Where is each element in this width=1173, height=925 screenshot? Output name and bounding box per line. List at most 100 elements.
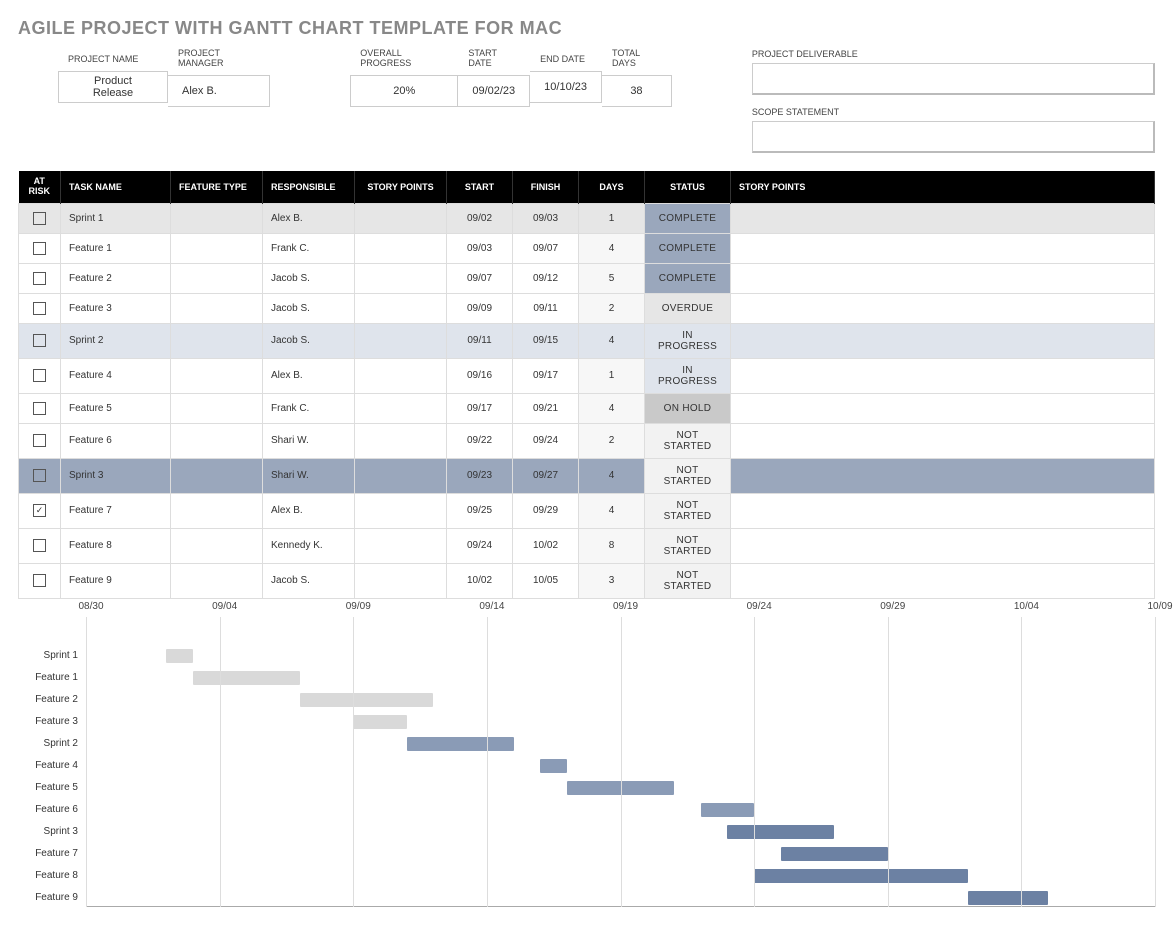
scope-statement-input[interactable] [752, 121, 1155, 153]
status-cell[interactable]: NOT STARTED [645, 528, 731, 563]
story-points2-cell[interactable] [731, 423, 1155, 458]
feature-type-cell[interactable] [171, 423, 263, 458]
feature-type-cell[interactable] [171, 233, 263, 263]
status-cell[interactable]: NOT STARTED [645, 458, 731, 493]
finish-cell[interactable]: 09/12 [513, 263, 579, 293]
task-name-cell[interactable]: Sprint 3 [61, 458, 171, 493]
story-points-cell[interactable] [355, 263, 447, 293]
story-points-cell[interactable] [355, 528, 447, 563]
at-risk-checkbox[interactable]: ✓ [33, 504, 46, 517]
start-cell[interactable]: 09/16 [447, 358, 513, 393]
status-cell[interactable]: COMPLETE [645, 203, 731, 233]
finish-cell[interactable]: 09/07 [513, 233, 579, 263]
at-risk-checkbox[interactable] [33, 302, 46, 315]
finish-cell[interactable]: 09/29 [513, 493, 579, 528]
gantt-bar[interactable] [754, 869, 968, 883]
responsible-cell[interactable]: Shari W. [263, 458, 355, 493]
at-risk-checkbox[interactable] [33, 469, 46, 482]
story-points2-cell[interactable] [731, 493, 1155, 528]
story-points2-cell[interactable] [731, 358, 1155, 393]
story-points-cell[interactable] [355, 493, 447, 528]
project-name-value[interactable]: Product Release [58, 71, 168, 103]
task-name-cell[interactable]: Sprint 2 [61, 323, 171, 358]
responsible-cell[interactable]: Jacob S. [263, 323, 355, 358]
task-name-cell[interactable]: Feature 4 [61, 358, 171, 393]
gantt-bar[interactable] [407, 737, 514, 751]
responsible-cell[interactable]: Jacob S. [263, 293, 355, 323]
start-cell[interactable]: 09/22 [447, 423, 513, 458]
start-cell[interactable]: 09/02 [447, 203, 513, 233]
task-name-cell[interactable]: Feature 6 [61, 423, 171, 458]
end-date-value[interactable]: 10/10/23 [530, 71, 602, 103]
status-cell[interactable]: NOT STARTED [645, 423, 731, 458]
at-risk-checkbox[interactable] [33, 539, 46, 552]
task-name-cell[interactable]: Feature 8 [61, 528, 171, 563]
start-cell[interactable]: 09/23 [447, 458, 513, 493]
responsible-cell[interactable]: Alex B. [263, 358, 355, 393]
start-cell[interactable]: 09/25 [447, 493, 513, 528]
gantt-bar[interactable] [193, 671, 300, 685]
start-cell[interactable]: 09/11 [447, 323, 513, 358]
task-name-cell[interactable]: Feature 1 [61, 233, 171, 263]
finish-cell[interactable]: 09/24 [513, 423, 579, 458]
start-cell[interactable]: 09/07 [447, 263, 513, 293]
finish-cell[interactable]: 09/27 [513, 458, 579, 493]
start-date-value[interactable]: 09/02/23 [458, 75, 530, 107]
story-points2-cell[interactable] [731, 203, 1155, 233]
status-cell[interactable]: IN PROGRESS [645, 358, 731, 393]
story-points-cell[interactable] [355, 423, 447, 458]
project-manager-value[interactable]: Alex B. [168, 75, 270, 107]
story-points-cell[interactable] [355, 203, 447, 233]
story-points2-cell[interactable] [731, 323, 1155, 358]
task-name-cell[interactable]: Feature 9 [61, 563, 171, 598]
gantt-bar[interactable] [781, 847, 888, 861]
story-points-cell[interactable] [355, 293, 447, 323]
finish-cell[interactable]: 09/11 [513, 293, 579, 323]
gantt-bar[interactable] [300, 693, 434, 707]
responsible-cell[interactable]: Alex B. [263, 493, 355, 528]
feature-type-cell[interactable] [171, 293, 263, 323]
responsible-cell[interactable]: Jacob S. [263, 263, 355, 293]
responsible-cell[interactable]: Frank C. [263, 393, 355, 423]
responsible-cell[interactable]: Kennedy K. [263, 528, 355, 563]
finish-cell[interactable]: 09/15 [513, 323, 579, 358]
gantt-bar[interactable] [166, 649, 193, 663]
finish-cell[interactable]: 09/21 [513, 393, 579, 423]
at-risk-checkbox[interactable] [33, 272, 46, 285]
start-cell[interactable]: 09/17 [447, 393, 513, 423]
status-cell[interactable]: OVERDUE [645, 293, 731, 323]
task-name-cell[interactable]: Feature 5 [61, 393, 171, 423]
story-points2-cell[interactable] [731, 263, 1155, 293]
story-points-cell[interactable] [355, 393, 447, 423]
feature-type-cell[interactable] [171, 393, 263, 423]
status-cell[interactable]: COMPLETE [645, 233, 731, 263]
feature-type-cell[interactable] [171, 203, 263, 233]
feature-type-cell[interactable] [171, 493, 263, 528]
gantt-bar[interactable] [353, 715, 406, 729]
feature-type-cell[interactable] [171, 563, 263, 598]
story-points2-cell[interactable] [731, 393, 1155, 423]
at-risk-checkbox[interactable] [33, 574, 46, 587]
at-risk-checkbox[interactable] [33, 334, 46, 347]
finish-cell[interactable]: 09/17 [513, 358, 579, 393]
at-risk-checkbox[interactable] [33, 242, 46, 255]
task-name-cell[interactable]: Sprint 1 [61, 203, 171, 233]
feature-type-cell[interactable] [171, 528, 263, 563]
at-risk-checkbox[interactable] [33, 369, 46, 382]
task-name-cell[interactable]: Feature 2 [61, 263, 171, 293]
story-points-cell[interactable] [355, 233, 447, 263]
story-points2-cell[interactable] [731, 233, 1155, 263]
finish-cell[interactable]: 10/05 [513, 563, 579, 598]
story-points-cell[interactable] [355, 323, 447, 358]
story-points-cell[interactable] [355, 458, 447, 493]
status-cell[interactable]: IN PROGRESS [645, 323, 731, 358]
at-risk-checkbox[interactable] [33, 434, 46, 447]
gantt-bar[interactable] [701, 803, 754, 817]
story-points2-cell[interactable] [731, 458, 1155, 493]
gantt-bar[interactable] [540, 759, 567, 773]
status-cell[interactable]: NOT STARTED [645, 563, 731, 598]
story-points2-cell[interactable] [731, 528, 1155, 563]
feature-type-cell[interactable] [171, 323, 263, 358]
start-cell[interactable]: 09/09 [447, 293, 513, 323]
feature-type-cell[interactable] [171, 458, 263, 493]
